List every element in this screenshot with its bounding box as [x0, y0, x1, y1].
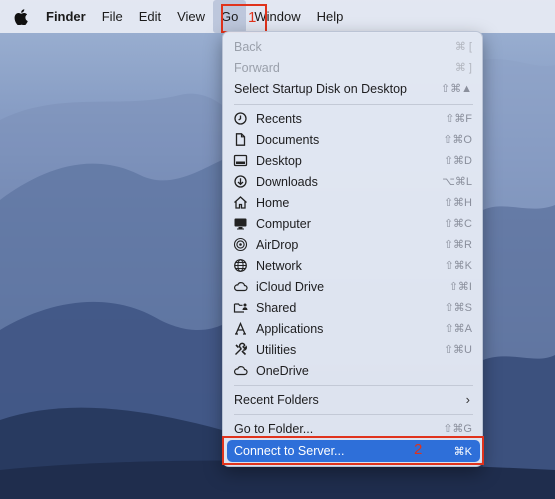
- annotation-number-1: 1: [248, 9, 257, 26]
- menu-item-downloads[interactable]: Downloads ⌥⌘L: [223, 171, 482, 192]
- document-icon: [235, 133, 246, 146]
- menu-bar: Finder File Edit View Go Window Help: [0, 0, 555, 33]
- cloud-icon: [233, 282, 248, 292]
- menu-item-documents[interactable]: Documents ⇧⌘O: [223, 129, 482, 150]
- menu-item-icloud-drive[interactable]: iCloud Drive ⇧⌘I: [223, 276, 482, 297]
- menu-item-utilities[interactable]: Utilities ⇧⌘U: [223, 339, 482, 360]
- clock-icon: [234, 112, 247, 125]
- menu-item-connect-to-server[interactable]: Connect to Server... ⌘K: [227, 440, 480, 462]
- menu-item-recent-folders[interactable]: Recent Folders ›: [223, 389, 482, 410]
- chevron-right-icon: ›: [465, 392, 470, 407]
- desktop-icon: [233, 154, 248, 167]
- menu-item-recents[interactable]: Recents ⇧⌘F: [223, 108, 482, 129]
- menu-item-network[interactable]: Network ⇧⌘K: [223, 255, 482, 276]
- cloud-icon: [233, 366, 248, 376]
- utilities-icon: [235, 342, 247, 356]
- computer-icon: [234, 218, 247, 230]
- airdrop-icon: [233, 237, 248, 252]
- menu-separator: [234, 104, 473, 105]
- menu-view[interactable]: View: [169, 0, 213, 33]
- menu-item-home[interactable]: Home ⇧⌘H: [223, 192, 482, 213]
- network-icon: [234, 259, 247, 272]
- applications-icon: [235, 321, 246, 335]
- menu-item-select-startup-disk[interactable]: Select Startup Disk on Desktop ⇧⌘▲: [223, 78, 482, 99]
- menu-item-onedrive[interactable]: OneDrive: [223, 360, 482, 381]
- menu-item-forward: Forward ⌘ ]: [234, 60, 472, 75]
- menu-separator: [234, 414, 473, 415]
- home-icon: [234, 196, 247, 209]
- menu-finder[interactable]: Finder: [38, 0, 94, 33]
- menu-help[interactable]: Help: [309, 0, 352, 33]
- menu-item-go-to-folder[interactable]: Go to Folder... ⇧⌘G: [223, 418, 482, 439]
- menu-separator: [234, 385, 473, 386]
- download-icon: [234, 175, 247, 188]
- menu-item-back: Back ⌘ [: [234, 39, 472, 54]
- menu-item-applications[interactable]: Applications ⇧⌘A: [223, 318, 482, 339]
- go-menu: Back ⌘ [ Forward ⌘ ] Select Startup Disk…: [222, 31, 483, 467]
- shared-folder-icon: [233, 303, 248, 313]
- menu-edit[interactable]: Edit: [131, 0, 169, 33]
- menu-file[interactable]: File: [94, 0, 131, 33]
- apple-icon[interactable]: [10, 0, 32, 33]
- menu-item-desktop[interactable]: Desktop ⇧⌘D: [223, 150, 482, 171]
- menu-item-airdrop[interactable]: AirDrop ⇧⌘R: [223, 234, 482, 255]
- annotation-number-2: 2: [414, 441, 423, 458]
- menu-item-shared[interactable]: Shared ⇧⌘S: [223, 297, 482, 318]
- menu-go[interactable]: Go: [213, 0, 247, 33]
- menu-item-computer[interactable]: Computer ⇧⌘C: [223, 213, 482, 234]
